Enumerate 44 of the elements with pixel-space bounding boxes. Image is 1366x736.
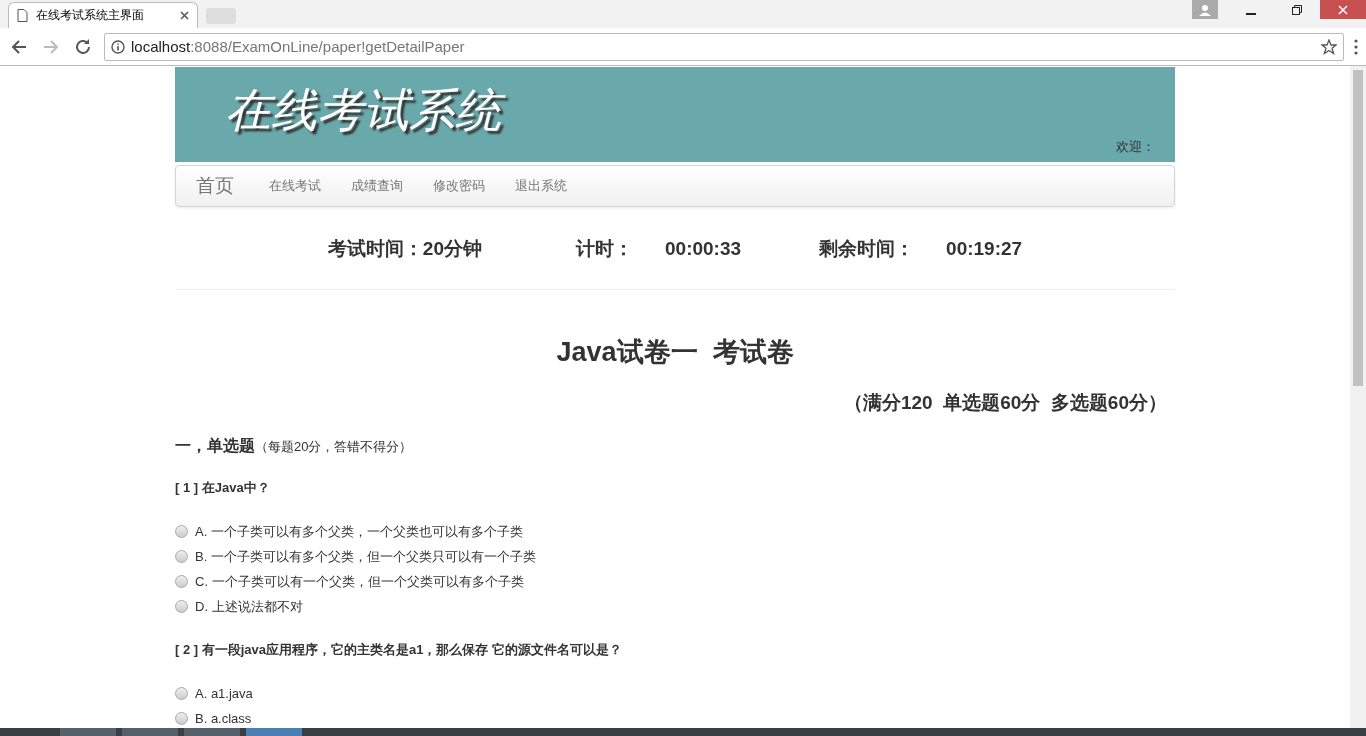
close-icon[interactable] <box>180 11 189 20</box>
person-icon <box>1199 3 1211 16</box>
scrollbar[interactable] <box>1350 66 1366 728</box>
remaining-label: 剩余时间： <box>819 237 915 261</box>
exam-duration: 考试时间：20分钟 <box>327 237 482 261</box>
remaining-time: 00:19:27 <box>946 238 1023 260</box>
option-label: A. 一个子类可以有多个父类，一个父类也可以有多个子类 <box>195 522 523 541</box>
section-note: （每题20分，答错不得分） <box>255 438 413 456</box>
section-heading: 一，单选题 <box>175 436 255 456</box>
elapsed-label: 计时： <box>576 237 633 261</box>
star-icon[interactable] <box>1321 38 1337 55</box>
info-icon[interactable] <box>111 39 125 54</box>
browser-tab[interactable]: 在线考试系统主界面 <box>8 2 198 28</box>
minimize-icon <box>1246 12 1256 15</box>
radio-button[interactable] <box>175 575 188 588</box>
option-label: B. a.class <box>195 711 252 726</box>
radio-button[interactable] <box>175 712 188 725</box>
radio-button[interactable] <box>175 600 188 613</box>
scroll-thumb[interactable] <box>1353 70 1363 386</box>
site-title: 在线考试系统 <box>221 79 513 146</box>
radio-button[interactable] <box>175 687 188 700</box>
nav-link[interactable]: 修改密码 <box>433 177 485 195</box>
radio-button[interactable] <box>175 525 188 538</box>
profile-button[interactable] <box>1192 0 1218 19</box>
nav-link[interactable]: 退出系统 <box>515 177 567 195</box>
radio-button[interactable] <box>175 550 188 563</box>
option-label: B. 一个子类可以有多个父类，但一个父类只可以有一个子类 <box>195 547 536 566</box>
nav-link[interactable]: 在线考试 <box>269 177 321 195</box>
menu-icon[interactable] <box>1354 38 1358 55</box>
score-summary: （满分120 单选题60分 多选题60分） <box>842 391 1168 415</box>
nav-link[interactable]: 成绩查询 <box>351 177 403 195</box>
option-label: A. a1.java <box>195 686 253 701</box>
option-label: D. 上述说法都不对 <box>195 597 303 616</box>
option-label: C. 一个子类可以有一个父类，但一个父类可以有多个子类 <box>195 572 524 591</box>
address-bar[interactable]: localhost:8088/ExamOnLine/paper!getDetailPaper <box>104 32 1344 61</box>
welcome-text: 欢迎： <box>1116 138 1155 156</box>
question-text: [ 1 ] 在Java中？ <box>175 479 271 497</box>
page-icon <box>17 9 28 22</box>
home-link[interactable]: 首页 <box>196 173 234 199</box>
close-icon <box>1338 4 1348 15</box>
paper-title: Java试卷一 考试卷 <box>555 336 795 369</box>
question-text: [ 2 ] 有一段java应用程序，它的主类名是a1，那么保存 它的源文件名可以是？ <box>175 641 624 659</box>
restore-icon <box>1292 4 1302 15</box>
elapsed-time: 00:00:33 <box>665 238 742 260</box>
